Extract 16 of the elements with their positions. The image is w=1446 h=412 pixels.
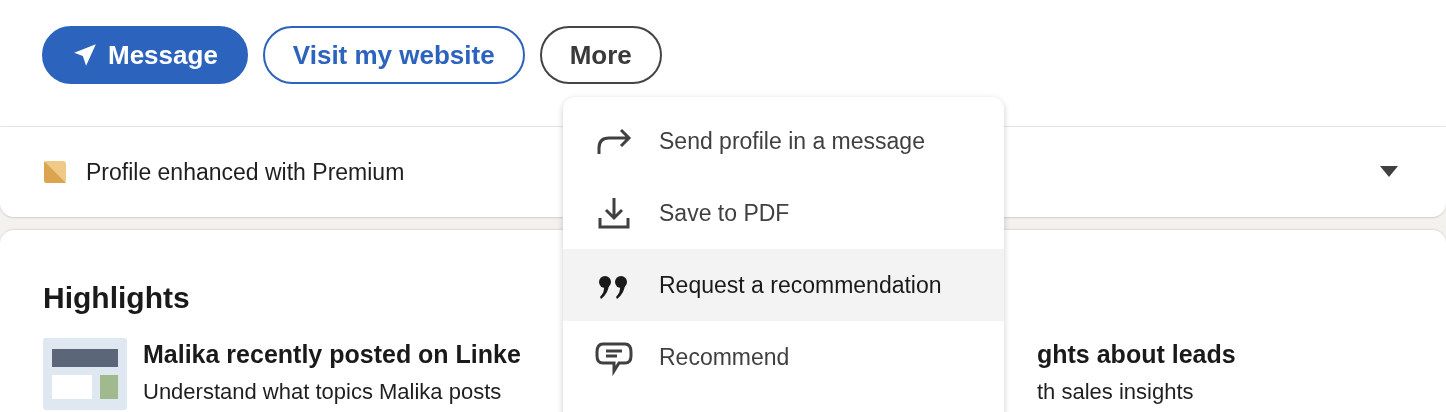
section-title: Highlights bbox=[43, 280, 190, 316]
highlight-subtitle: th sales insights bbox=[1037, 378, 1195, 406]
website-button[interactable]: Visit my website bbox=[262, 26, 525, 84]
highlight-title: Malika recently posted on Linke bbox=[143, 339, 522, 370]
highlight-subtitle: Understand what topics Malika posts bbox=[143, 378, 503, 406]
premium-label: Profile enhanced with Premium bbox=[86, 158, 406, 186]
menu-item[interactable]: Recommend bbox=[563, 321, 1004, 393]
message-button[interactable]: Message bbox=[42, 26, 248, 84]
dropdown-caret-icon[interactable] bbox=[1380, 166, 1398, 178]
send-icon bbox=[72, 42, 98, 68]
menu-item[interactable]: Save to PDF bbox=[563, 177, 1004, 249]
menu-item[interactable]: Send profile in a message bbox=[563, 105, 1004, 177]
premium-icon bbox=[44, 161, 66, 183]
menu-item[interactable]: Request a recommendation bbox=[563, 249, 1004, 321]
highlight-title: ghts about leads bbox=[1037, 339, 1237, 370]
more-button[interactable]: More bbox=[539, 26, 662, 84]
